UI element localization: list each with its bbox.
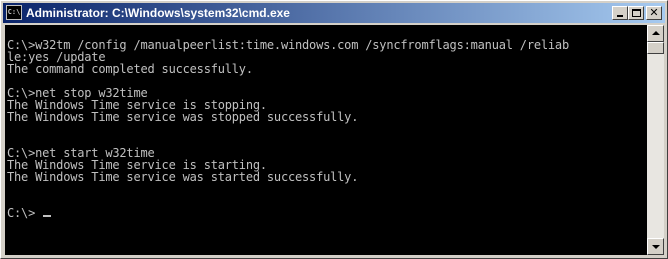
minimize-button[interactable] xyxy=(612,6,628,20)
console-line: The command completed successfully. xyxy=(7,62,253,76)
close-button[interactable]: ✕ xyxy=(646,6,662,20)
scroll-up-button[interactable] xyxy=(647,25,664,42)
text-cursor xyxy=(43,215,51,217)
scroll-down-button[interactable] xyxy=(647,238,664,255)
console-output[interactable]: C:\>w32tm /config /manualpeerlist:time.w… xyxy=(5,25,647,255)
arrow-up-icon xyxy=(652,31,660,35)
close-icon: ✕ xyxy=(649,6,659,19)
arrow-down-icon xyxy=(652,245,660,249)
maximize-button[interactable] xyxy=(628,6,644,20)
maximize-icon xyxy=(632,9,641,17)
scroll-thumb[interactable] xyxy=(647,42,664,54)
console-prompt: C:\> xyxy=(7,206,36,220)
cmd-icon[interactable]: C:\ xyxy=(6,5,22,20)
console-line: The Windows Time service was started suc… xyxy=(7,170,359,184)
minimize-icon xyxy=(617,15,623,17)
console-line: The Windows Time service was stopped suc… xyxy=(7,110,359,124)
cmd-window: C:\ Administrator: C:\Windows\system32\c… xyxy=(0,0,668,259)
vertical-scrollbar[interactable] xyxy=(647,25,664,255)
window-title: Administrator: C:\Windows\system32\cmd.e… xyxy=(26,6,290,20)
title-bar[interactable]: C:\ Administrator: C:\Windows\system32\c… xyxy=(3,3,665,23)
